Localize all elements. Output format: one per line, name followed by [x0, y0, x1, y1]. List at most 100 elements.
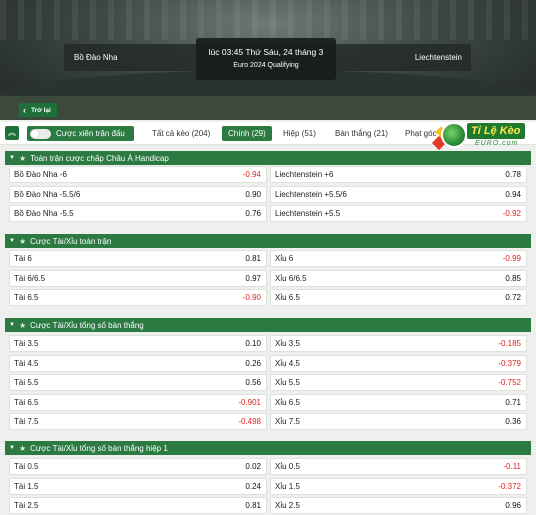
odds-value: 0.10 [245, 339, 261, 348]
odds-selection-label: Liechtenstein +5.5/6 [275, 190, 347, 199]
odds-cell-left[interactable]: Tài 6.5 -0.90 [9, 289, 267, 306]
odds-cell-left[interactable]: Tài 2.5 0.81 [9, 497, 267, 514]
odds-cell-left[interactable]: Tài 6 0.81 [9, 250, 267, 267]
odds-selection-label: Xỉu 0.5 [275, 462, 300, 471]
odds-value: -0.372 [498, 482, 521, 491]
odds-cell-left[interactable]: Tài 6.5 -0.901 [9, 394, 267, 411]
odds-selection-label: Xỉu 3.5 [275, 339, 300, 348]
odds-value: -0.379 [498, 359, 521, 368]
odds-cell-right[interactable]: Xỉu 6.5 0.71 [270, 394, 527, 411]
match-time: lúc 03:45 Thứ Sáu, 24 tháng 3 [208, 47, 324, 57]
back-button[interactable]: ‹ Trở lại [19, 103, 57, 117]
odds-selection-label: Xỉu 1.5 [275, 482, 300, 491]
soccer-ball-icon [441, 122, 467, 148]
odds-cell-right[interactable]: Liechtenstein +5.5/6 0.94 [270, 186, 527, 203]
section-header[interactable]: ▼ ★ Cược Tài/Xỉu tổng số bàn thắng hiệp 1 [5, 441, 531, 455]
odds-value: 0.81 [245, 501, 261, 510]
star-icon[interactable]: ★ [19, 321, 26, 330]
odds-value: 0.96 [505, 501, 521, 510]
odds-value: 0.36 [505, 417, 521, 426]
odds-selection-label: Tài 5.5 [14, 378, 39, 387]
odds-value: -0.94 [242, 170, 261, 179]
odds-selection-label: Bồ Đào Nha -6 [14, 170, 67, 179]
odds-value: 0.72 [505, 293, 521, 302]
section-title: Cược Tài/Xỉu toàn trận [30, 236, 112, 246]
odds-selection-label: Xỉu 7.5 [275, 417, 300, 426]
odds-cell-right[interactable]: Xỉu 1.5 -0.372 [270, 478, 527, 495]
odds-selection-label: Liechtenstein +6 [275, 170, 334, 179]
odds-cell-right[interactable]: Xỉu 3.5 -0.185 [270, 335, 527, 352]
odds-cell-left[interactable]: Tài 1.5 0.24 [9, 478, 267, 495]
odds-selection-label: Liechtenstein +5.5 [275, 209, 341, 218]
odds-cell-left[interactable]: Tài 7.5 -0.498 [9, 413, 267, 430]
odds-value: -0.90 [242, 293, 261, 302]
stadium-pitch [0, 96, 536, 120]
odds-cell-left[interactable]: Bồ Đào Nha -6 -0.94 [9, 166, 267, 183]
odds-value: 0.71 [505, 398, 521, 407]
odds-cell-right[interactable]: Xỉu 5.5 -0.752 [270, 374, 527, 391]
odds-selection-label: Bồ Đào Nha -5.5 [14, 209, 74, 218]
caret-down-icon: ▼ [9, 322, 15, 328]
parlay-toggle-label: Cược xiên trận đấu [56, 129, 125, 138]
odds-selection-label: Xỉu 2.5 [275, 501, 300, 510]
odds-cell-left[interactable]: Tài 3.5 0.10 [9, 335, 267, 352]
odds-value: 0.90 [245, 190, 261, 199]
section-title: Cược Tài/Xỉu tổng số bàn thắng [30, 320, 144, 330]
tab-main[interactable]: Chính (29) [222, 126, 272, 141]
odds-selection-label: Tài 6 [14, 254, 32, 263]
odds-cell-right[interactable]: Liechtenstein +5.5 -0.92 [270, 205, 527, 222]
caret-down-icon: ▼ [9, 445, 15, 451]
odds-value: 0.24 [245, 482, 261, 491]
odds-cell-left[interactable]: Bồ Đào Nha -5.5/6 0.90 [9, 186, 267, 203]
odds-cell-right[interactable]: Xỉu 4.5 -0.379 [270, 355, 527, 372]
away-team-name: Liechtenstein [414, 53, 462, 62]
odds-value: -0.498 [238, 417, 261, 426]
odds-selection-label: Tài 7.5 [14, 417, 39, 426]
odds-value: -0.99 [502, 254, 521, 263]
tab-halves[interactable]: Hiệp (51) [283, 126, 316, 141]
caret-down-icon: ▼ [9, 155, 15, 161]
section-header[interactable]: ▼ ★ Cược Tài/Xỉu tổng số bàn thắng [5, 318, 531, 332]
star-icon[interactable]: ★ [19, 444, 26, 453]
odds-selection-label: Tài 4.5 [14, 359, 39, 368]
odds-cell-right[interactable]: Xỉu 2.5 0.96 [270, 497, 527, 514]
odds-selection-label: Xỉu 4.5 [275, 359, 300, 368]
odds-cell-left[interactable]: Tài 5.5 0.56 [9, 374, 267, 391]
odds-value: 0.02 [245, 462, 261, 471]
odds-cell-left[interactable]: Tài 0.5 0.02 [9, 458, 267, 475]
section-header[interactable]: ▼ ★ Cược Tài/Xỉu toàn trận [5, 234, 531, 248]
odds-cell-left[interactable]: Tài 6/6.5 0.97 [9, 270, 267, 287]
star-icon[interactable]: ★ [19, 237, 26, 246]
odds-value: -0.185 [498, 339, 521, 348]
tab-goals[interactable]: Bàn thắng (21) [335, 126, 388, 141]
odds-selection-label: Tài 6/6.5 [14, 274, 46, 283]
parlay-toggle-switch[interactable] [30, 128, 51, 139]
odds-selection-label: Xỉu 6 [275, 254, 294, 263]
double-chevron-up-icon: ︽ [8, 128, 16, 137]
odds-selection-label: Xỉu 6.5 [275, 398, 300, 407]
odds-cell-right[interactable]: Xỉu 7.5 0.36 [270, 413, 527, 430]
section-header[interactable]: ▼ ★ Toàn trận cược chấp Châu Á Handicap [5, 151, 531, 165]
odds-cell-left[interactable]: Bồ Đào Nha -5.5 0.76 [9, 205, 267, 222]
odds-value: 0.76 [245, 209, 261, 218]
odds-cell-right[interactable]: Xỉu 6/6.5 0.85 [270, 270, 527, 287]
odds-cell-left[interactable]: Tài 4.5 0.26 [9, 355, 267, 372]
odds-value: 0.26 [245, 359, 261, 368]
odds-cell-right[interactable]: Liechtenstein +6 0.78 [270, 166, 527, 183]
odds-cell-right[interactable]: Xỉu 6 -0.99 [270, 250, 527, 267]
odds-selection-label: Xỉu 6/6.5 [275, 274, 307, 283]
tab-all-markets[interactable]: Tất cả kèo (204) [152, 126, 210, 141]
back-button-label: Trở lại [31, 106, 51, 114]
collapse-all-button[interactable]: ︽ [5, 126, 19, 140]
star-icon[interactable]: ★ [19, 154, 26, 163]
logo-title: Tỉ Lệ Kèo [467, 123, 525, 139]
odds-cell-right[interactable]: Xỉu 0.5 -0.11 [270, 458, 527, 475]
odds-cell-right[interactable]: Xỉu 6.5 0.72 [270, 289, 527, 306]
match-info-box: lúc 03:45 Thứ Sáu, 24 tháng 3 Euro 2024 … [196, 38, 336, 80]
parlay-toggle-control[interactable]: Cược xiên trận đấu [27, 126, 134, 141]
odds-selection-label: Tài 1.5 [14, 482, 39, 491]
odds-value: 0.78 [505, 170, 521, 179]
stadium-lights [0, 0, 536, 40]
odds-value: -0.92 [502, 209, 521, 218]
section-title: Cược Tài/Xỉu tổng số bàn thắng hiệp 1 [30, 443, 168, 453]
